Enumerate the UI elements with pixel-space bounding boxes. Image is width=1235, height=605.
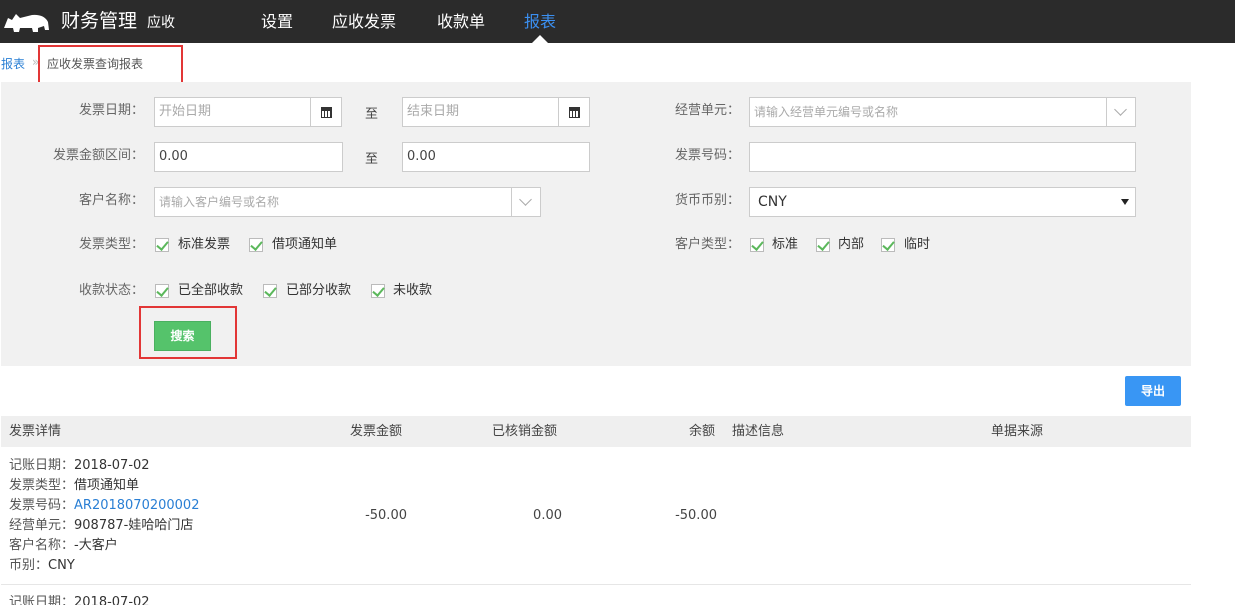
app-subtitle: 应收 <box>147 15 175 31</box>
date-range-to: 至 <box>365 107 379 122</box>
checkbox-customer-internal[interactable] <box>816 238 830 252</box>
currency-select[interactable]: CNY <box>749 187 1136 217</box>
calendar-icon[interactable] <box>558 97 590 127</box>
app-title: 财务管理 <box>61 10 138 32</box>
column-header-details: 发票详情 <box>9 424 62 439</box>
column-header-amount: 发票金额 <box>350 424 403 439</box>
invoice-number-link[interactable]: AR2018070200002 <box>74 498 199 513</box>
nav-item-invoices[interactable]: 应收发票 <box>332 12 396 32</box>
checkbox-standard-invoice[interactable] <box>155 238 169 252</box>
top-nav-bar: 财务管理 应收 设置 应收发票 收款单 报表 <box>0 0 1235 43</box>
amount-range-label: 发票金额区间： <box>52 148 144 163</box>
table-header: 发票详情 发票金额 已核销金额 余额 描述信息 单据来源 <box>1 416 1191 447</box>
row-divider <box>1 584 1191 585</box>
row-balance: -50.00 <box>675 508 717 523</box>
nav-item-receipts[interactable]: 收款单 <box>437 12 485 32</box>
business-unit-label: 经营单元： <box>674 103 740 118</box>
calendar-icon[interactable] <box>310 97 342 127</box>
row-invoice-type: 发票类型：借项通知单 <box>9 478 140 493</box>
checkbox-debit-memo[interactable] <box>249 238 263 252</box>
customer-type-label: 客户类型： <box>674 237 740 252</box>
checkbox-label-customer-internal: 内部 <box>838 237 865 252</box>
rhino-logo-icon <box>4 14 49 32</box>
chevron-down-icon[interactable] <box>511 187 541 217</box>
active-nav-caret <box>532 35 548 43</box>
row-customer-name: 客户名称：-大客户 <box>9 538 118 553</box>
business-unit-select[interactable]: 请输入经营单元编号或名称 <box>749 97 1136 127</box>
invoice-number-label: 发票号码： <box>674 148 740 163</box>
invoice-number-input[interactable] <box>749 142 1136 172</box>
customer-name-label: 客户名称： <box>78 193 144 208</box>
row-written-off: 0.00 <box>533 508 562 523</box>
chevron-down-icon[interactable] <box>1106 97 1136 127</box>
row-amount: -50.00 <box>365 508 407 523</box>
amount-max-input[interactable]: 0.00 <box>402 142 590 172</box>
amount-range-to: 至 <box>365 152 379 167</box>
checkbox-partially-received[interactable] <box>263 284 277 298</box>
row-posting-date: 记账日期：2018-07-02 <box>9 458 150 473</box>
amount-min-input[interactable]: 0.00 <box>154 142 343 172</box>
checkbox-label-customer-standard: 标准 <box>772 237 799 252</box>
checkbox-label-customer-temporary: 临时 <box>904 237 931 252</box>
column-header-balance: 余额 <box>689 424 716 439</box>
dropdown-arrow-icon <box>1121 199 1129 205</box>
checkbox-label-standard-invoice: 标准发票 <box>178 237 231 252</box>
export-button[interactable]: 导出 <box>1125 376 1181 406</box>
row-business-unit: 经营单元：908787-娃哈哈门店 <box>9 518 194 533</box>
row-invoice-number: 发票号码：AR2018070200002 <box>9 498 200 513</box>
invoice-type-label: 发票类型： <box>78 237 144 252</box>
checkbox-label-debit-memo: 借项通知单 <box>272 237 338 252</box>
checkbox-fully-received[interactable] <box>155 284 169 298</box>
currency-label: 货币币别： <box>674 193 740 208</box>
checkbox-not-received[interactable] <box>371 284 385 298</box>
invoice-date-label: 发票日期： <box>78 103 144 118</box>
checkbox-label-partially-received: 已部分收款 <box>286 283 352 298</box>
column-header-description: 描述信息 <box>732 424 785 439</box>
checkbox-customer-temporary[interactable] <box>881 238 895 252</box>
row-currency: 币别：CNY <box>9 558 75 573</box>
nav-item-settings[interactable]: 设置 <box>261 12 293 32</box>
highlight-box-search <box>139 306 237 359</box>
highlight-box-breadcrumb <box>38 45 183 85</box>
column-header-written-off: 已核销金额 <box>492 424 558 439</box>
customer-name-select[interactable]: 请输入客户编号或名称 <box>154 187 541 217</box>
table-row: 记账日期：2018-07-02 <box>9 595 150 605</box>
column-header-source: 单据来源 <box>991 424 1044 439</box>
checkbox-customer-standard[interactable] <box>750 238 764 252</box>
checkbox-label-fully-received: 已全部收款 <box>178 283 244 298</box>
nav-item-reports[interactable]: 报表 <box>524 12 556 32</box>
end-date-input[interactable]: 结束日期 <box>402 97 590 127</box>
receipt-status-label: 收款状态： <box>78 283 144 298</box>
start-date-input[interactable]: 开始日期 <box>154 97 342 127</box>
checkbox-label-not-received: 未收款 <box>393 283 433 298</box>
breadcrumb-reports-link[interactable]: 报表 <box>1 55 25 72</box>
